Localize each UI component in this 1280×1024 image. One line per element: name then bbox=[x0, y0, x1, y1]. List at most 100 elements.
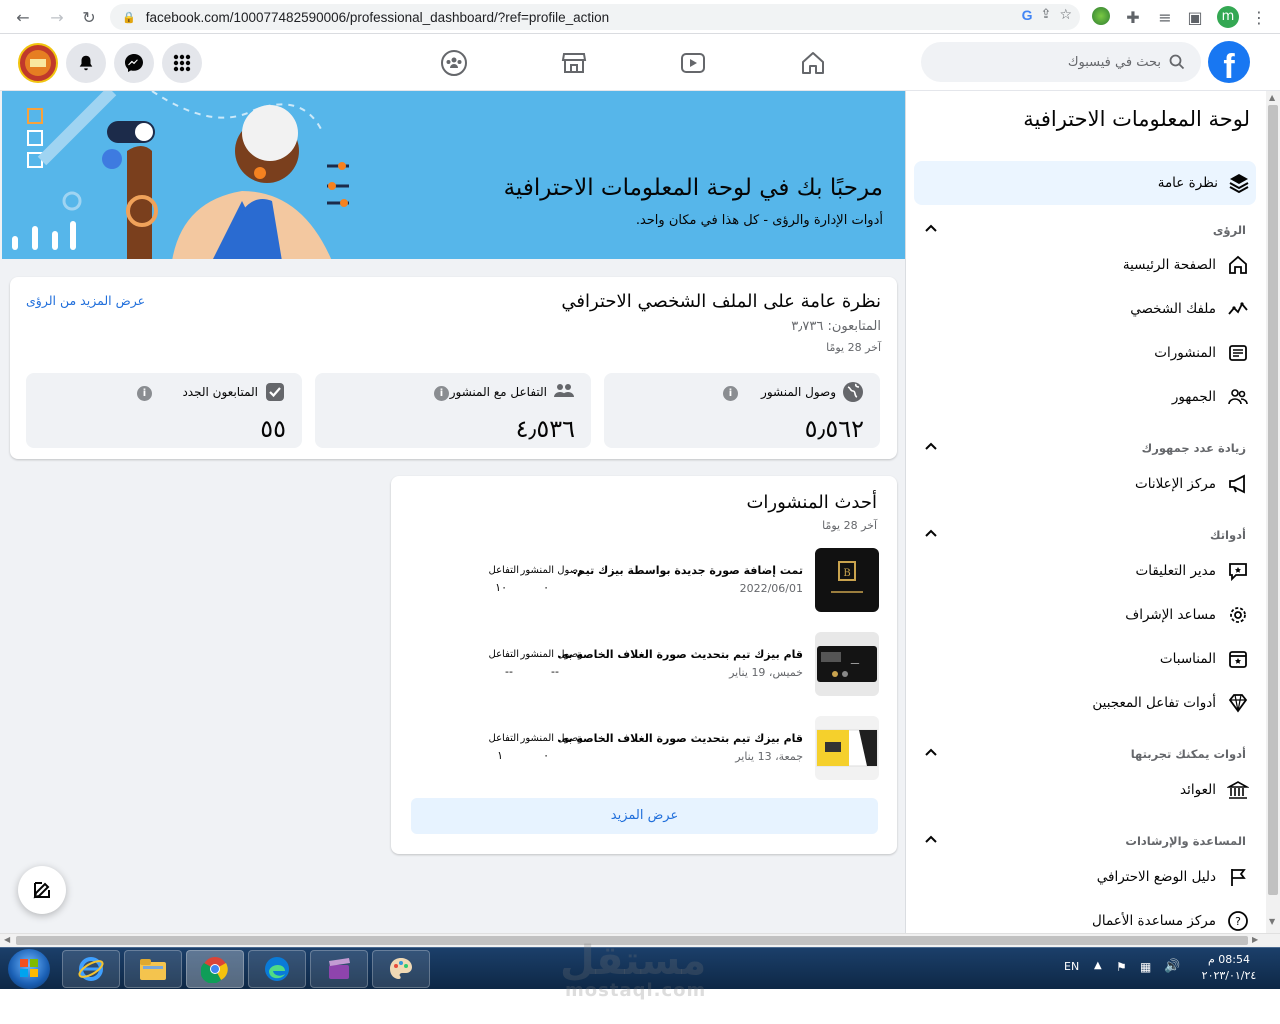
sidebar-item-monetization[interactable]: العوائد bbox=[1180, 770, 1250, 810]
stat-new-followers[interactable]: المتابعون الجدد i ٥٥ bbox=[26, 373, 302, 448]
sidebar-item-fan-engagement[interactable]: أدوات تفاعل المعجبين bbox=[1092, 683, 1250, 723]
edit-pencil-icon bbox=[33, 882, 50, 899]
sidebar-item-label: أدوات تفاعل المعجبين bbox=[1092, 695, 1216, 711]
menu-button[interactable] bbox=[162, 43, 202, 83]
network-icon[interactable]: ▦ bbox=[1140, 960, 1151, 974]
grid-menu-icon bbox=[173, 54, 191, 72]
reach-header: وصول المنشور bbox=[520, 649, 583, 660]
bookmark-star-icon[interactable]: ☆ bbox=[1059, 7, 1072, 23]
sidebar-item-home[interactable]: الصفحة الرئيسية bbox=[1123, 245, 1250, 285]
taskbar-edge[interactable] bbox=[248, 950, 306, 988]
stat-post-engagement[interactable]: التفاعل مع المنشور i ٤٫٥٣٦ bbox=[315, 373, 591, 448]
sidebar-item-comment-manager[interactable]: مدير التعليقات bbox=[1136, 551, 1250, 591]
compose-button[interactable] bbox=[18, 866, 66, 914]
marketplace-icon bbox=[561, 53, 587, 73]
browser-toolbar: ← → ↻ 🔒 facebook.com/100077482590006/pro… bbox=[0, 0, 1280, 34]
post-image-icon: B bbox=[831, 561, 863, 593]
post-thumbnail[interactable]: B bbox=[815, 548, 879, 612]
volume-icon[interactable]: 🔊 bbox=[1164, 959, 1180, 974]
bell-icon bbox=[79, 55, 93, 71]
home-icon bbox=[802, 52, 824, 74]
trend-line-icon bbox=[1228, 302, 1248, 315]
internet-explorer-icon bbox=[78, 957, 104, 981]
video-icon bbox=[681, 53, 705, 73]
nav-watch[interactable] bbox=[676, 48, 710, 78]
sidebar-item-overview[interactable]: نظرة عامة bbox=[914, 161, 1256, 205]
sidebar-item-moderation-assist[interactable]: مساعد الإشراف bbox=[1125, 595, 1250, 635]
reach-header: وصول المنشور bbox=[520, 565, 583, 576]
more-insights-link[interactable]: عرض المزيد من الرؤى bbox=[26, 293, 145, 308]
back-icon[interactable]: ← bbox=[10, 4, 36, 30]
language-indicator[interactable]: EN bbox=[1064, 960, 1079, 973]
chevron-up-icon[interactable] bbox=[924, 527, 938, 541]
post-thumbnail[interactable]: ــــ bbox=[815, 632, 879, 696]
google-icon[interactable]: G bbox=[1022, 7, 1033, 23]
sidebar-heading-help: المساعدة والإرشادات bbox=[1125, 834, 1246, 848]
watermark-domain: mostaql.com bbox=[565, 980, 707, 1001]
sidebar-heading-insights: الرؤى bbox=[1212, 223, 1246, 237]
post-thumbnail[interactable] bbox=[815, 716, 879, 780]
sidebar-item-audience[interactable]: الجمهور bbox=[1172, 377, 1250, 417]
post-title[interactable]: تمت إضافة صورة جديدة بواسطة بيزك تيم. bbox=[573, 564, 803, 577]
menu-dots-icon[interactable]: ⋮ bbox=[1246, 4, 1272, 30]
extension-globe-icon[interactable] bbox=[1092, 7, 1110, 25]
sidebar-item-events[interactable]: المناسبات bbox=[1160, 639, 1250, 679]
media-queue-icon[interactable]: ≡ bbox=[1152, 4, 1178, 30]
clock-time[interactable]: 08:54 م bbox=[1196, 953, 1262, 966]
search-box[interactable]: بحث في فيسبوك bbox=[921, 42, 1201, 82]
profile-avatar[interactable]: m bbox=[1217, 6, 1239, 28]
taskbar-explorer[interactable] bbox=[124, 950, 182, 988]
show-more-button[interactable]: عرض المزيد bbox=[411, 798, 878, 834]
chevron-up-icon[interactable] bbox=[924, 222, 938, 236]
overview-title: نظرة عامة على الملف الشخصي الاحترافي bbox=[561, 291, 881, 312]
page-avatar[interactable] bbox=[18, 43, 58, 83]
clock-date[interactable]: ٢٠٢٣/٠١/٢٤ bbox=[1196, 969, 1262, 982]
forward-icon[interactable]: → bbox=[44, 4, 70, 30]
nav-groups[interactable] bbox=[437, 48, 471, 78]
nav-home[interactable] bbox=[796, 48, 830, 78]
info-icon[interactable]: i bbox=[434, 386, 449, 401]
sidebar-item-label: الجمهور bbox=[1171, 389, 1216, 405]
tray-expand-icon[interactable]: ▲ bbox=[1094, 960, 1102, 971]
taskbar-chrome[interactable] bbox=[186, 950, 244, 988]
address-bar[interactable]: 🔒 facebook.com/100077482590006/professio… bbox=[110, 4, 1080, 30]
reload-icon[interactable]: ↻ bbox=[76, 4, 102, 30]
nav-marketplace[interactable] bbox=[557, 48, 591, 78]
sidebar-item-professional-guide[interactable]: دليل الوضع الاحترافي bbox=[1097, 857, 1250, 897]
post-row[interactable]: قام بيزك تيم بتحديث صورة الغلاف الخاصة ب… bbox=[409, 716, 879, 780]
post-row[interactable]: ــــ قام بيزك تيم بتحديث صورة الغلاف الخ… bbox=[409, 632, 879, 696]
post-date: جمعة، 13 يناير bbox=[735, 750, 803, 763]
taskbar-video-editor[interactable] bbox=[310, 950, 368, 988]
extensions-puzzle-icon[interactable]: ✚ bbox=[1120, 4, 1146, 30]
info-icon[interactable]: i bbox=[723, 386, 738, 401]
post-title[interactable]: قام بيزك تيم بتحديث صورة الغلاف الخاصة ب… bbox=[557, 732, 803, 745]
action-center-flag-icon[interactable]: ⚑ bbox=[1116, 960, 1127, 974]
sidebar-item-ads-center[interactable]: مركز الإعلانات bbox=[1135, 464, 1250, 504]
globe-icon bbox=[843, 382, 863, 402]
chevron-up-icon[interactable] bbox=[924, 833, 938, 847]
overview-card: نظرة عامة على الملف الشخصي الاحترافي الم… bbox=[10, 277, 897, 459]
share-icon[interactable]: ⇪ bbox=[1041, 7, 1052, 23]
chevron-up-icon[interactable] bbox=[924, 440, 938, 454]
post-date: 2022/06/01 bbox=[739, 582, 803, 595]
sidebar-item-profile[interactable]: ملفك الشخصي bbox=[1130, 289, 1250, 329]
side-panel-icon[interactable]: ▣ bbox=[1182, 4, 1208, 30]
taskbar-ie[interactable] bbox=[62, 950, 120, 988]
sidebar-item-posts[interactable]: المنشورات bbox=[1154, 333, 1250, 373]
taskbar-paint[interactable] bbox=[372, 950, 430, 988]
scrollbar-thumb[interactable] bbox=[1268, 105, 1278, 895]
info-icon[interactable]: i bbox=[137, 386, 152, 401]
vertical-scrollbar[interactable]: ▲ ▼ bbox=[1266, 91, 1280, 933]
stat-post-reach[interactable]: وصول المنشور i ٥٫٥٦٢ bbox=[604, 373, 880, 448]
lock-icon: 🔒 bbox=[122, 10, 136, 24]
facebook-logo[interactable]: f bbox=[1208, 41, 1250, 83]
post-title[interactable]: قام بيزك تيم بتحديث صورة الغلاف الخاصة ب… bbox=[557, 648, 803, 661]
post-row[interactable]: B تمت إضافة صورة جديدة بواسطة بيزك تيم. … bbox=[409, 548, 879, 612]
banner-title: مرحبًا بك في لوحة المعلومات الاحترافية bbox=[503, 175, 883, 201]
sidebar-item-label: مساعد الإشراف bbox=[1125, 607, 1216, 623]
start-button[interactable] bbox=[8, 949, 50, 989]
messenger-button[interactable] bbox=[114, 43, 154, 83]
notifications-button[interactable] bbox=[66, 43, 106, 83]
sidebar-item-label: المنشورات bbox=[1154, 345, 1216, 361]
chevron-up-icon[interactable] bbox=[924, 746, 938, 760]
